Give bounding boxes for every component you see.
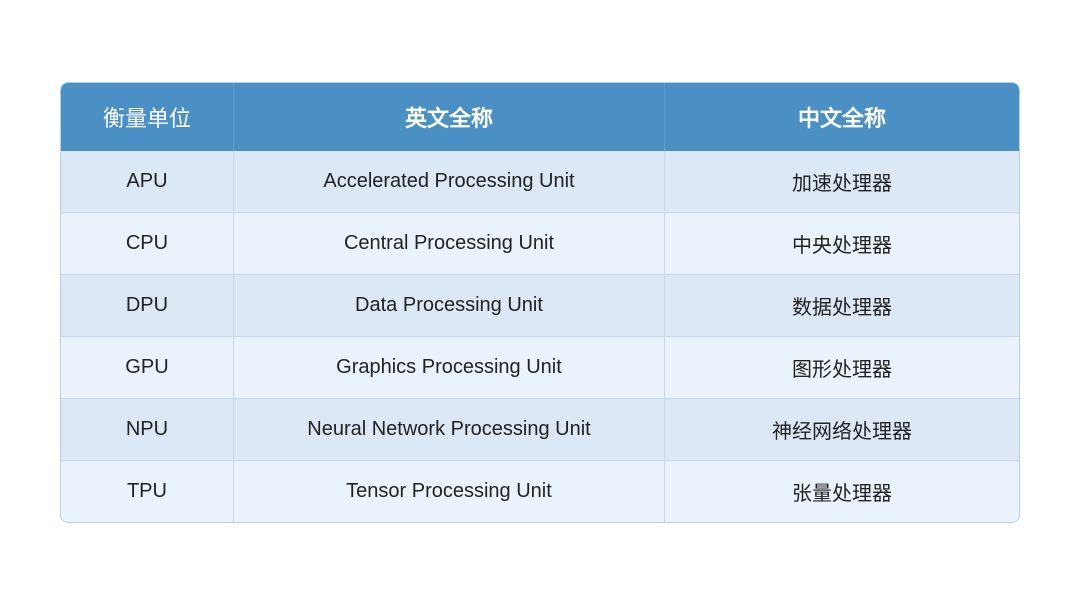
cell-en: Accelerated Processing Unit: [233, 151, 664, 213]
cell-en: Data Processing Unit: [233, 275, 664, 337]
table-header-row: 衡量单位 英文全称 中文全称: [61, 83, 1019, 151]
cell-abbr: CPU: [61, 213, 233, 275]
cell-zh: 中央处理器: [665, 213, 1019, 275]
header-abbr: 衡量单位: [61, 83, 233, 151]
header-zh: 中文全称: [665, 83, 1019, 151]
main-table-wrapper: 衡量单位 英文全称 中文全称 APUAccelerated Processing…: [60, 82, 1020, 523]
cell-en: Tensor Processing Unit: [233, 461, 664, 523]
cell-zh: 张量处理器: [665, 461, 1019, 523]
cell-abbr: APU: [61, 151, 233, 213]
cell-en: Graphics Processing Unit: [233, 337, 664, 399]
processing-units-table: 衡量单位 英文全称 中文全称 APUAccelerated Processing…: [61, 83, 1019, 522]
cell-en: Neural Network Processing Unit: [233, 399, 664, 461]
cell-zh: 加速处理器: [665, 151, 1019, 213]
table-row: NPUNeural Network Processing Unit神经网络处理器: [61, 399, 1019, 461]
header-en: 英文全称: [233, 83, 664, 151]
cell-en: Central Processing Unit: [233, 213, 664, 275]
table-row: APUAccelerated Processing Unit加速处理器: [61, 151, 1019, 213]
table-row: DPUData Processing Unit数据处理器: [61, 275, 1019, 337]
table-row: CPUCentral Processing Unit中央处理器: [61, 213, 1019, 275]
cell-zh: 数据处理器: [665, 275, 1019, 337]
table-row: GPUGraphics Processing Unit图形处理器: [61, 337, 1019, 399]
table-row: TPUTensor Processing Unit张量处理器: [61, 461, 1019, 523]
table-body: APUAccelerated Processing Unit加速处理器CPUCe…: [61, 151, 1019, 522]
cell-zh: 图形处理器: [665, 337, 1019, 399]
cell-abbr: TPU: [61, 461, 233, 523]
cell-abbr: GPU: [61, 337, 233, 399]
cell-abbr: NPU: [61, 399, 233, 461]
cell-abbr: DPU: [61, 275, 233, 337]
cell-zh: 神经网络处理器: [665, 399, 1019, 461]
